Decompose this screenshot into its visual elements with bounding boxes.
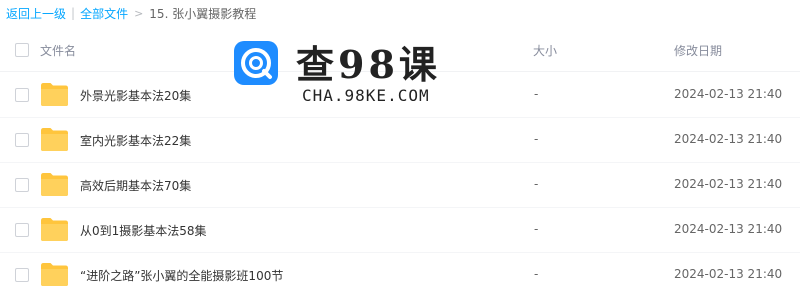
chat-bubble-icon bbox=[234, 41, 278, 85]
breadcrumb-current: 15. 张小翼摄影教程 bbox=[149, 6, 257, 21]
file-size: - bbox=[534, 222, 539, 236]
file-name[interactable]: 从0到1摄影基本法58集 bbox=[80, 222, 207, 239]
file-name[interactable]: 室内光影基本法22集 bbox=[80, 132, 191, 149]
all-files-link[interactable]: 全部文件 bbox=[80, 5, 128, 22]
folder-icon bbox=[40, 127, 69, 152]
breadcrumb: 返回上一级 | 全部文件 > 15. 张小翼摄影教程 bbox=[6, 4, 256, 22]
file-size: - bbox=[534, 177, 539, 191]
folder-icon bbox=[40, 217, 69, 242]
column-header-size[interactable]: 大小 bbox=[533, 42, 557, 59]
select-all-checkbox[interactable] bbox=[15, 43, 29, 57]
breadcrumb-divider: | bbox=[71, 6, 76, 20]
file-modified-date: 2024-02-13 21:40 bbox=[674, 87, 783, 101]
folder-icon bbox=[40, 262, 69, 287]
file-size: - bbox=[534, 87, 539, 101]
file-modified-date: 2024-02-13 21:40 bbox=[674, 267, 783, 281]
folder-icon bbox=[40, 82, 69, 107]
folder-icon bbox=[40, 172, 69, 197]
file-size: - bbox=[534, 267, 539, 281]
file-row[interactable]: 室内光影基本法22集 - 2024-02-13 21:40 bbox=[0, 118, 800, 163]
file-name[interactable]: 外景光影基本法20集 bbox=[80, 87, 191, 104]
file-size: - bbox=[534, 132, 539, 146]
file-modified-date: 2024-02-13 21:40 bbox=[674, 222, 783, 236]
file-row[interactable]: 从0到1摄影基本法58集 - 2024-02-13 21:40 bbox=[0, 208, 800, 253]
file-row[interactable]: “进阶之路”张小翼的全能摄影班100节 - 2024-02-13 21:40 bbox=[0, 253, 800, 289]
row-checkbox[interactable] bbox=[15, 88, 29, 102]
file-modified-date: 2024-02-13 21:40 bbox=[674, 177, 783, 191]
watermark-subtitle: CHA.98KE.COM bbox=[302, 86, 430, 105]
row-checkbox[interactable] bbox=[15, 178, 29, 192]
row-checkbox[interactable] bbox=[15, 268, 29, 282]
file-name[interactable]: 高效后期基本法70集 bbox=[80, 177, 191, 194]
file-modified-date: 2024-02-13 21:40 bbox=[674, 132, 783, 146]
row-checkbox[interactable] bbox=[15, 223, 29, 237]
column-header-modified[interactable]: 修改日期 bbox=[674, 42, 722, 59]
file-name[interactable]: “进阶之路”张小翼的全能摄影班100节 bbox=[80, 267, 283, 284]
column-header-name[interactable]: 文件名 bbox=[40, 42, 76, 59]
file-row[interactable]: 高效后期基本法70集 - 2024-02-13 21:40 bbox=[0, 163, 800, 208]
chevron-right-icon: > bbox=[134, 6, 144, 20]
watermark-title: 查98课 bbox=[296, 42, 441, 87]
back-link[interactable]: 返回上一级 bbox=[6, 5, 66, 22]
row-checkbox[interactable] bbox=[15, 133, 29, 147]
